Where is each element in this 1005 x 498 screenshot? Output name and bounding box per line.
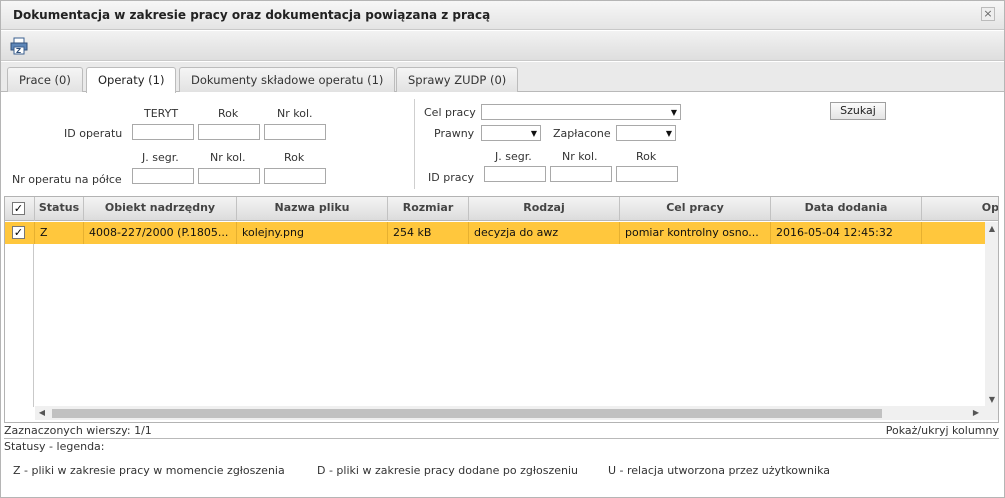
close-icon: × [983,7,993,20]
column-header-data-dodania[interactable]: Data dodania [771,197,922,221]
cell-obiekt-nadrzedny: 4008-227/2000 (P.1805... [84,222,237,244]
nr-operatu-label: Nr operatu na półce [12,173,122,186]
cell-rozmiar: 254 kB [388,222,469,244]
horizontal-scroll-thumb[interactable] [52,409,882,418]
legend-title: Statusy - legenda: [4,440,105,453]
title-bar: Dokumentacja w zakresie pracy oraz dokum… [1,1,1004,30]
tab-operaty[interactable]: Operaty (1) [86,67,177,93]
zaplacone-select[interactable]: ▼ [616,125,676,141]
tab-prace[interactable]: Prace (0) [7,67,83,92]
table-row[interactable]: ✓ Z 4008-227/2000 (P.1805... kolejny.png… [5,222,998,244]
cell-rodzaj: decyzja do awz [469,222,620,244]
select-all-checkbox[interactable]: ✓ [12,202,25,215]
cel-pracy-label: Cel pracy [424,106,476,119]
cell-op [922,222,985,244]
toggle-columns-link[interactable]: Pokaż/ukryj kolumny [886,424,999,437]
column-header-obiekt-nadrzedny[interactable]: Obiekt nadrzędny [84,197,237,221]
legend-item-z: Z - pliki w zakresie pracy w momencie zg… [13,464,285,477]
nr-operatu-rok-input[interactable] [264,168,326,184]
grid-header: ✓ Status Obiekt nadrzędny Nazwa pliku Ro… [5,197,998,221]
teryt-header: TERYT [144,107,179,120]
id-pracy-rok-header: Rok [636,150,657,163]
rok-header-2: Rok [284,151,305,164]
id-operatu-label: ID operatu [64,127,123,140]
legend-item-d: D - pliki w zakresie pracy dodane po zgł… [317,464,578,477]
column-header-status[interactable]: Status [35,197,84,221]
id-operatu-nr-kol-input[interactable] [264,124,326,140]
cell-data-dodania: 2016-05-04 12:45:32 [771,222,922,244]
grid-footer: Zaznaczonych wierszy: 1/1 Pokaż/ukryj ko… [4,423,999,439]
scroll-up-icon[interactable]: ▲ [985,222,998,236]
select-all-cell: ✓ [5,197,35,221]
search-button[interactable]: Szukaj [830,102,886,120]
tab-bar: Prace (0) Operaty (1) Dokumenty składowe… [1,62,1004,93]
nr-operatu-j-segr-input[interactable] [132,168,194,184]
id-operatu-rok-input[interactable] [198,124,260,140]
column-header-op[interactable]: Op [922,197,998,221]
id-operatu-teryt-input[interactable] [132,124,194,140]
legend-item-u: U - relacja utworzona przez użytkownika [608,464,830,477]
chevron-down-icon: ▼ [665,129,672,138]
svg-text:Z: Z [16,47,21,55]
cel-pracy-select[interactable]: ▼ [481,104,681,120]
chevron-down-icon: ▼ [670,108,677,117]
tab-dokumenty-skladowe[interactable]: Dokumenty składowe operatu (1) [179,67,396,92]
id-pracy-nr-kol-header: Nr kol. [562,150,598,163]
nr-operatu-nr-kol-input[interactable] [198,168,260,184]
cell-status: Z [35,222,84,244]
id-pracy-j-segr-header: J. segr. [495,150,532,163]
scroll-right-icon[interactable]: ▶ [969,406,983,420]
status-legend: Statusy - legenda: Z - pliki w zakresie … [1,440,1004,497]
horizontal-scrollbar[interactable]: ◀ ▶ [35,406,998,420]
row-checkbox[interactable]: ✓ [12,226,25,239]
column-header-cel-pracy[interactable]: Cel pracy [620,197,771,221]
print-icon: Z [10,37,28,55]
nr-kol-header-2: Nr kol. [210,151,246,164]
scroll-down-icon[interactable]: ▼ [985,393,998,407]
id-pracy-rok-input[interactable] [616,166,678,182]
row-selector-column [5,222,34,407]
column-header-nazwa-pliku[interactable]: Nazwa pliku [237,197,388,221]
toolbar: Z [1,31,1004,61]
cell-nazwa-pliku: kolejny.png [237,222,388,244]
scroll-left-icon[interactable]: ◀ [35,406,49,420]
zaplacone-label: Zapłacone [553,127,611,140]
id-pracy-nr-kol-input[interactable] [550,166,612,182]
filter-separator [414,99,415,189]
vertical-scrollbar[interactable]: ▲ ▼ [985,222,998,407]
prawny-label: Prawny [434,127,475,140]
operaty-grid: ✓ Status Obiekt nadrzędny Nazwa pliku Ro… [4,196,999,423]
column-header-rozmiar[interactable]: Rozmiar [388,197,469,221]
dialog-window: Dokumentacja w zakresie pracy oraz dokum… [0,0,1005,498]
chevron-down-icon: ▼ [530,129,537,138]
j-segr-header: J. segr. [142,151,179,164]
prawny-select[interactable]: ▼ [481,125,541,141]
id-pracy-label: ID pracy [428,171,475,184]
tab-sprawy-zudp[interactable]: Sprawy ZUDP (0) [396,67,519,92]
column-header-rodzaj[interactable]: Rodzaj [469,197,620,221]
close-button[interactable]: × [981,7,995,21]
cell-cel-pracy: pomiar kontrolny osno... [620,222,771,244]
rok-header: Rok [218,107,239,120]
nr-kol-header: Nr kol. [277,107,313,120]
filter-panel: TERYT Rok Nr kol. ID operatu J. segr. Nr… [1,93,1004,195]
id-pracy-j-segr-input[interactable] [484,166,546,182]
print-button[interactable]: Z [10,37,28,55]
row-check-cell: ✓ [5,222,35,244]
selected-rows-count: Zaznaczonych wierszy: 1/1 [4,424,152,437]
window-title: Dokumentacja w zakresie pracy oraz dokum… [13,8,491,22]
